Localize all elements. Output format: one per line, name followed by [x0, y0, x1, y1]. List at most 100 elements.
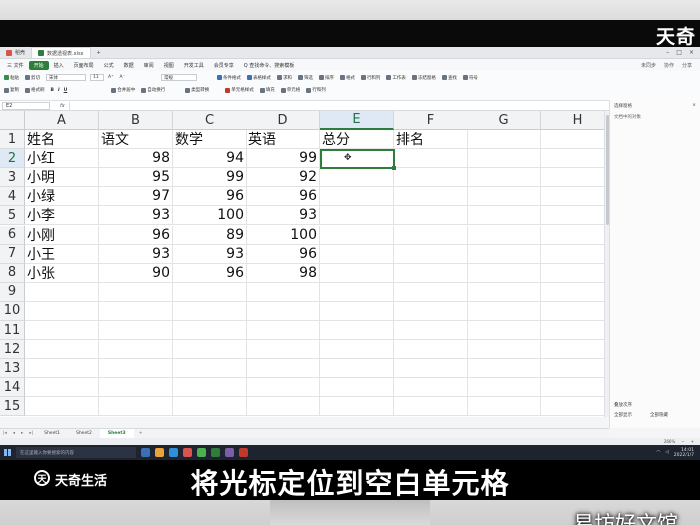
column-header[interactable]: C [173, 111, 247, 130]
file-explorer-icon[interactable] [155, 448, 164, 457]
row-header[interactable]: 5 [0, 206, 25, 226]
sheet-tab-3[interactable]: Sheet3 [99, 428, 134, 439]
row-header[interactable]: 14 [0, 378, 25, 398]
score-cell[interactable]: 90 [99, 263, 173, 283]
ribbon-type-convert[interactable]: 类型转换 [185, 87, 209, 93]
ribbon-filter[interactable]: 筛选 [297, 75, 313, 81]
name-box[interactable]: E2 [2, 101, 50, 110]
ribbon-symbol[interactable]: 符号 [462, 75, 478, 81]
column-header[interactable]: G [467, 111, 541, 130]
cell[interactable] [467, 301, 541, 321]
minimize-icon[interactable]: – [666, 49, 669, 56]
cell[interactable] [541, 226, 604, 245]
cell[interactable] [99, 397, 173, 417]
cell[interactable] [467, 130, 541, 150]
command-search[interactable]: Q 查找命令、搜索模板 [239, 62, 300, 69]
score-cell[interactable]: 94 [173, 149, 247, 169]
row-header[interactable]: 7 [0, 244, 25, 264]
next-sheet-icon[interactable]: ▸ [18, 431, 26, 436]
cell[interactable] [320, 206, 394, 226]
header-cell[interactable]: 数学 [173, 130, 247, 150]
cell[interactable] [541, 378, 604, 398]
cell[interactable] [320, 244, 394, 264]
menu-data[interactable]: 数据 [119, 62, 139, 69]
ribbon-find[interactable]: 查找 [441, 75, 457, 81]
italic-button[interactable]: I [58, 88, 60, 93]
sheet-tab-2[interactable]: Sheet2 [68, 429, 100, 439]
fill-handle[interactable] [392, 166, 396, 171]
cell[interactable] [467, 187, 541, 207]
worksheet-grid[interactable]: A B C D E F G H 1 姓名 语文 数学 英语 总分 排名 2 小红 98 94 99 3 小明 95 99 92 4… [0, 111, 604, 417]
row-header[interactable]: 6 [0, 225, 25, 245]
ribbon-paste[interactable]: 粘贴 [4, 75, 19, 81]
font-size-select[interactable]: 11 [90, 74, 104, 81]
ribbon-sort[interactable]: 排序 [318, 75, 334, 81]
taskbar-clock[interactable]: 14:01 2022/1/7 [674, 448, 694, 458]
cell[interactable] [394, 301, 468, 321]
menu-insert[interactable]: 插入 [49, 62, 69, 69]
cell[interactable] [320, 168, 394, 188]
menu-page-layout[interactable]: 页面布局 [69, 62, 99, 69]
cell[interactable] [541, 321, 604, 341]
sync-status[interactable]: 未同步 [641, 62, 656, 69]
menu-start[interactable]: 开始 [28, 60, 49, 70]
cell[interactable] [173, 378, 247, 398]
cell[interactable] [320, 321, 394, 341]
cell[interactable] [541, 283, 604, 302]
row-header[interactable]: 11 [0, 321, 25, 341]
name-cell[interactable]: 小张 [25, 263, 99, 283]
cell[interactable] [394, 397, 468, 417]
cell[interactable] [246, 378, 320, 398]
cell[interactable] [25, 301, 99, 321]
header-cell[interactable]: 姓名 [25, 130, 99, 150]
name-cell[interactable]: 小红 [25, 149, 99, 169]
spreadsheet-app-icon[interactable] [211, 448, 220, 457]
zoom-out-icon[interactable]: − [681, 439, 684, 444]
cell[interactable] [173, 340, 247, 360]
row-header[interactable]: 13 [0, 359, 25, 379]
share-button[interactable]: 分享 [682, 62, 692, 69]
menu-developer[interactable]: 开发工具 [179, 62, 209, 69]
close-icon[interactable]: × [689, 49, 694, 56]
cell[interactable] [541, 130, 604, 150]
cell[interactable] [25, 397, 99, 417]
network-icon[interactable]: ◠ [656, 450, 660, 455]
cell[interactable] [320, 263, 394, 283]
cell[interactable] [320, 149, 394, 169]
first-sheet-icon[interactable]: |◂ [0, 431, 10, 436]
app-icon[interactable] [225, 448, 234, 457]
cell[interactable] [320, 301, 394, 321]
cell[interactable] [541, 149, 604, 169]
select-all-corner[interactable] [0, 111, 25, 130]
row-header[interactable]: 1 [0, 130, 25, 150]
cell[interactable] [394, 282, 468, 302]
cell[interactable] [25, 359, 99, 379]
cell[interactable] [394, 206, 468, 226]
name-cell[interactable]: 小李 [25, 206, 99, 226]
ribbon-merge-center[interactable]: 合并居中 [111, 87, 135, 93]
number-format-select[interactable]: 常规 [160, 74, 197, 81]
cell[interactable] [541, 359, 604, 379]
ribbon-fill[interactable]: 填充 [259, 87, 275, 93]
wps-icon[interactable] [183, 448, 192, 457]
header-cell[interactable]: 英语 [246, 130, 320, 150]
zoom-level[interactable]: 266% [664, 439, 675, 444]
menu-file[interactable]: 三 文件 [2, 62, 29, 69]
cell[interactable] [467, 359, 541, 379]
last-sheet-icon[interactable]: ▸| [26, 431, 36, 436]
cell[interactable] [394, 321, 468, 341]
close-icon[interactable]: × [692, 103, 696, 108]
score-cell[interactable]: 100 [173, 206, 247, 226]
column-header[interactable]: E [320, 111, 394, 130]
ribbon-table-style[interactable]: 表格样式 [246, 75, 271, 81]
name-cell[interactable]: 小明 [25, 168, 99, 188]
ribbon-wrap-text[interactable]: 自动换行 [141, 87, 165, 93]
name-cell[interactable]: 小王 [25, 244, 99, 264]
cell[interactable] [394, 225, 468, 245]
name-cell[interactable]: 小绿 [25, 187, 99, 207]
taskbar-search-input[interactable]: 在这里输入你要搜索的内容 [16, 447, 136, 458]
cell[interactable] [541, 397, 604, 417]
tab-docer[interactable]: 稻壳 [0, 47, 31, 58]
ribbon-rows-cols-2[interactable]: 行和列 [306, 87, 326, 93]
score-cell[interactable]: 92 [246, 168, 320, 188]
